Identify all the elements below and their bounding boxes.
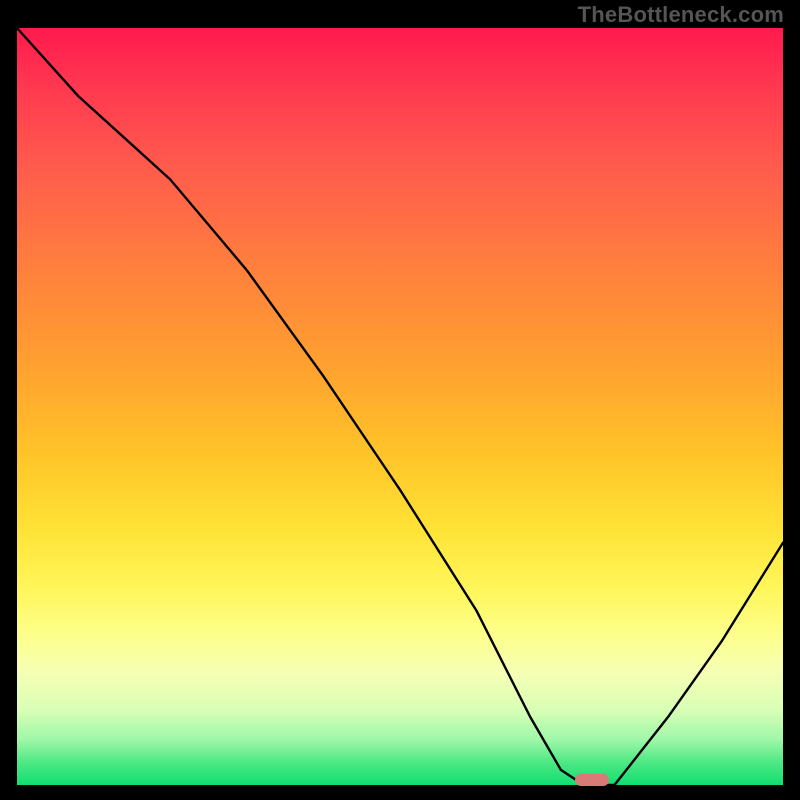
minimum-marker	[575, 774, 609, 786]
bottleneck-curve	[17, 28, 783, 785]
chart-frame: TheBottleneck.com	[0, 0, 800, 800]
watermark-text: TheBottleneck.com	[578, 2, 784, 28]
plot-area	[17, 28, 783, 785]
